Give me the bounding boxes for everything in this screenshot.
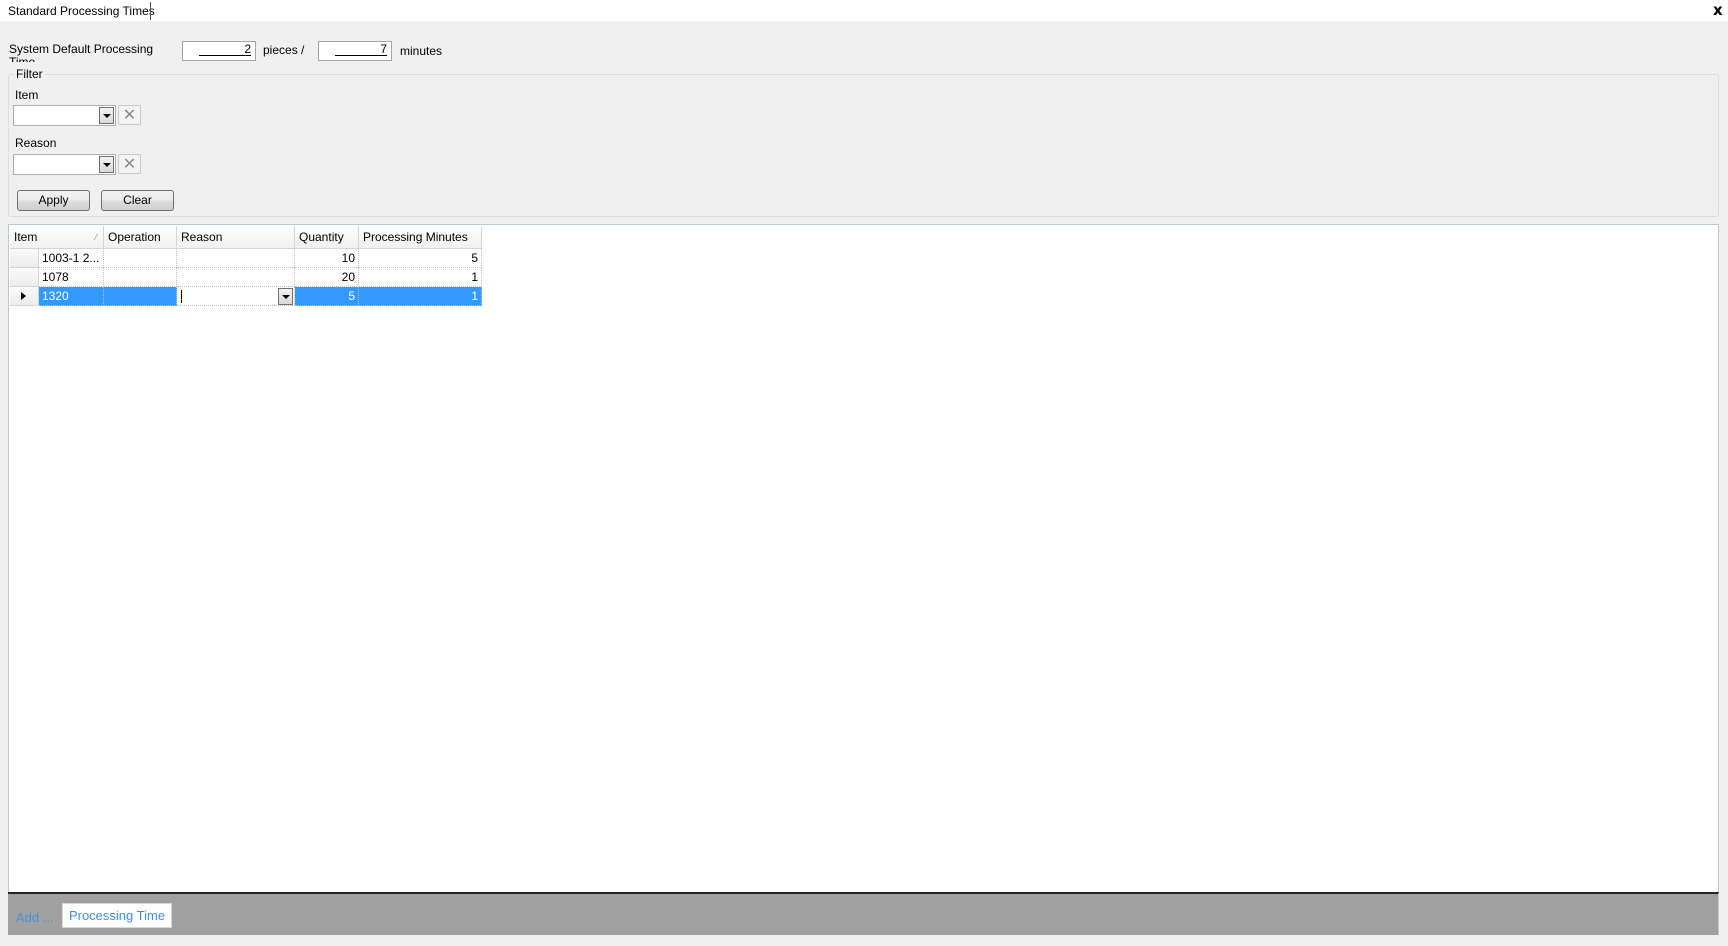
chevron-down-icon [282,295,290,299]
processing-time-button[interactable]: Processing Time [62,903,172,928]
cell-item[interactable]: 1078 [39,268,104,287]
pieces-label: pieces / [263,43,305,57]
cell-reason-editor[interactable] [177,287,295,306]
cell-processing-minutes[interactable]: 1 [359,287,482,306]
column-header-item[interactable]: Item ⁄ [10,226,104,249]
minutes-label: minutes [400,44,443,58]
chevron-down-icon [103,114,111,118]
cell-reason[interactable] [177,249,295,268]
cell-quantity[interactable]: 20 [295,268,359,287]
column-header-processing-minutes-label: Processing Minutes [363,230,468,244]
filter-item-clear-button[interactable]: ✕ [118,105,141,125]
filter-item-label: Item [15,88,39,102]
default-pieces-input[interactable]: 2 [182,41,256,61]
processing-times-grid: Item ⁄ Operation Reason Quantity Process… [8,224,1719,894]
cell-reason[interactable] [177,268,295,287]
row-header[interactable] [10,287,39,306]
table-row[interactable]: 1078 20 1 [10,268,482,287]
tab-standard-processing-times[interactable]: Standard Processing Times [8,4,155,18]
filter-reason-label: Reason [15,136,57,150]
filter-item-dropdown-button[interactable] [99,107,114,124]
cell-item[interactable]: 1003-1 2... [39,249,104,268]
column-header-reason[interactable]: Reason [177,226,295,249]
column-header-reason-label: Reason [181,230,223,244]
filter-groupbox [8,74,1719,217]
filter-reason-clear-button[interactable]: ✕ [118,154,141,174]
clear-x-icon: ✕ [122,154,137,173]
clear-x-icon: ✕ [122,105,137,124]
filter-reason-combobox[interactable] [13,154,116,175]
apply-button[interactable]: Apply [17,190,90,211]
cell-quantity[interactable]: 5 [295,287,359,306]
filter-item-combobox[interactable] [13,105,116,126]
bottom-action-bar [8,892,1719,935]
chevron-down-icon [103,163,111,167]
default-pieces-value: 2 [199,42,251,56]
close-icon[interactable]: x [1713,1,1723,19]
add-link[interactable]: Add ... [16,910,54,925]
filter-title: Filter [14,67,45,81]
column-header-operation[interactable]: Operation [104,226,177,249]
cell-reason-dropdown-button[interactable] [278,288,293,305]
cell-processing-minutes[interactable]: 5 [359,249,482,268]
cell-item[interactable]: 1320 [39,287,104,306]
clear-button[interactable]: Clear [101,190,174,211]
cell-quantity[interactable]: 10 [295,249,359,268]
column-header-quantity[interactable]: Quantity [295,226,359,249]
cell-operation[interactable] [104,268,177,287]
filter-reason-dropdown-button[interactable] [99,156,114,173]
current-row-indicator-icon [21,292,26,300]
tab-separator [150,2,151,20]
row-header[interactable] [10,268,39,287]
column-header-item-label: Item [14,230,38,244]
system-default-processing-time-label: System Default Processing Time [9,43,154,62]
column-header-quantity-label: Quantity [299,230,344,244]
default-minutes-value: 7 [335,42,387,56]
column-header-operation-label: Operation [108,230,161,244]
cell-processing-minutes[interactable]: 1 [359,268,482,287]
table-row-selected[interactable]: 1320 5 1 [10,287,482,306]
text-caret [181,290,182,303]
document-tab-strip [0,0,1728,21]
row-header[interactable] [10,249,39,268]
default-minutes-input[interactable]: 7 [318,41,392,61]
sort-ascending-icon: ⁄ [95,232,97,242]
cell-operation[interactable] [104,287,177,306]
column-header-processing-minutes[interactable]: Processing Minutes [359,226,482,249]
table-row[interactable]: 1003-1 2... 10 5 [10,249,482,268]
cell-operation[interactable] [104,249,177,268]
